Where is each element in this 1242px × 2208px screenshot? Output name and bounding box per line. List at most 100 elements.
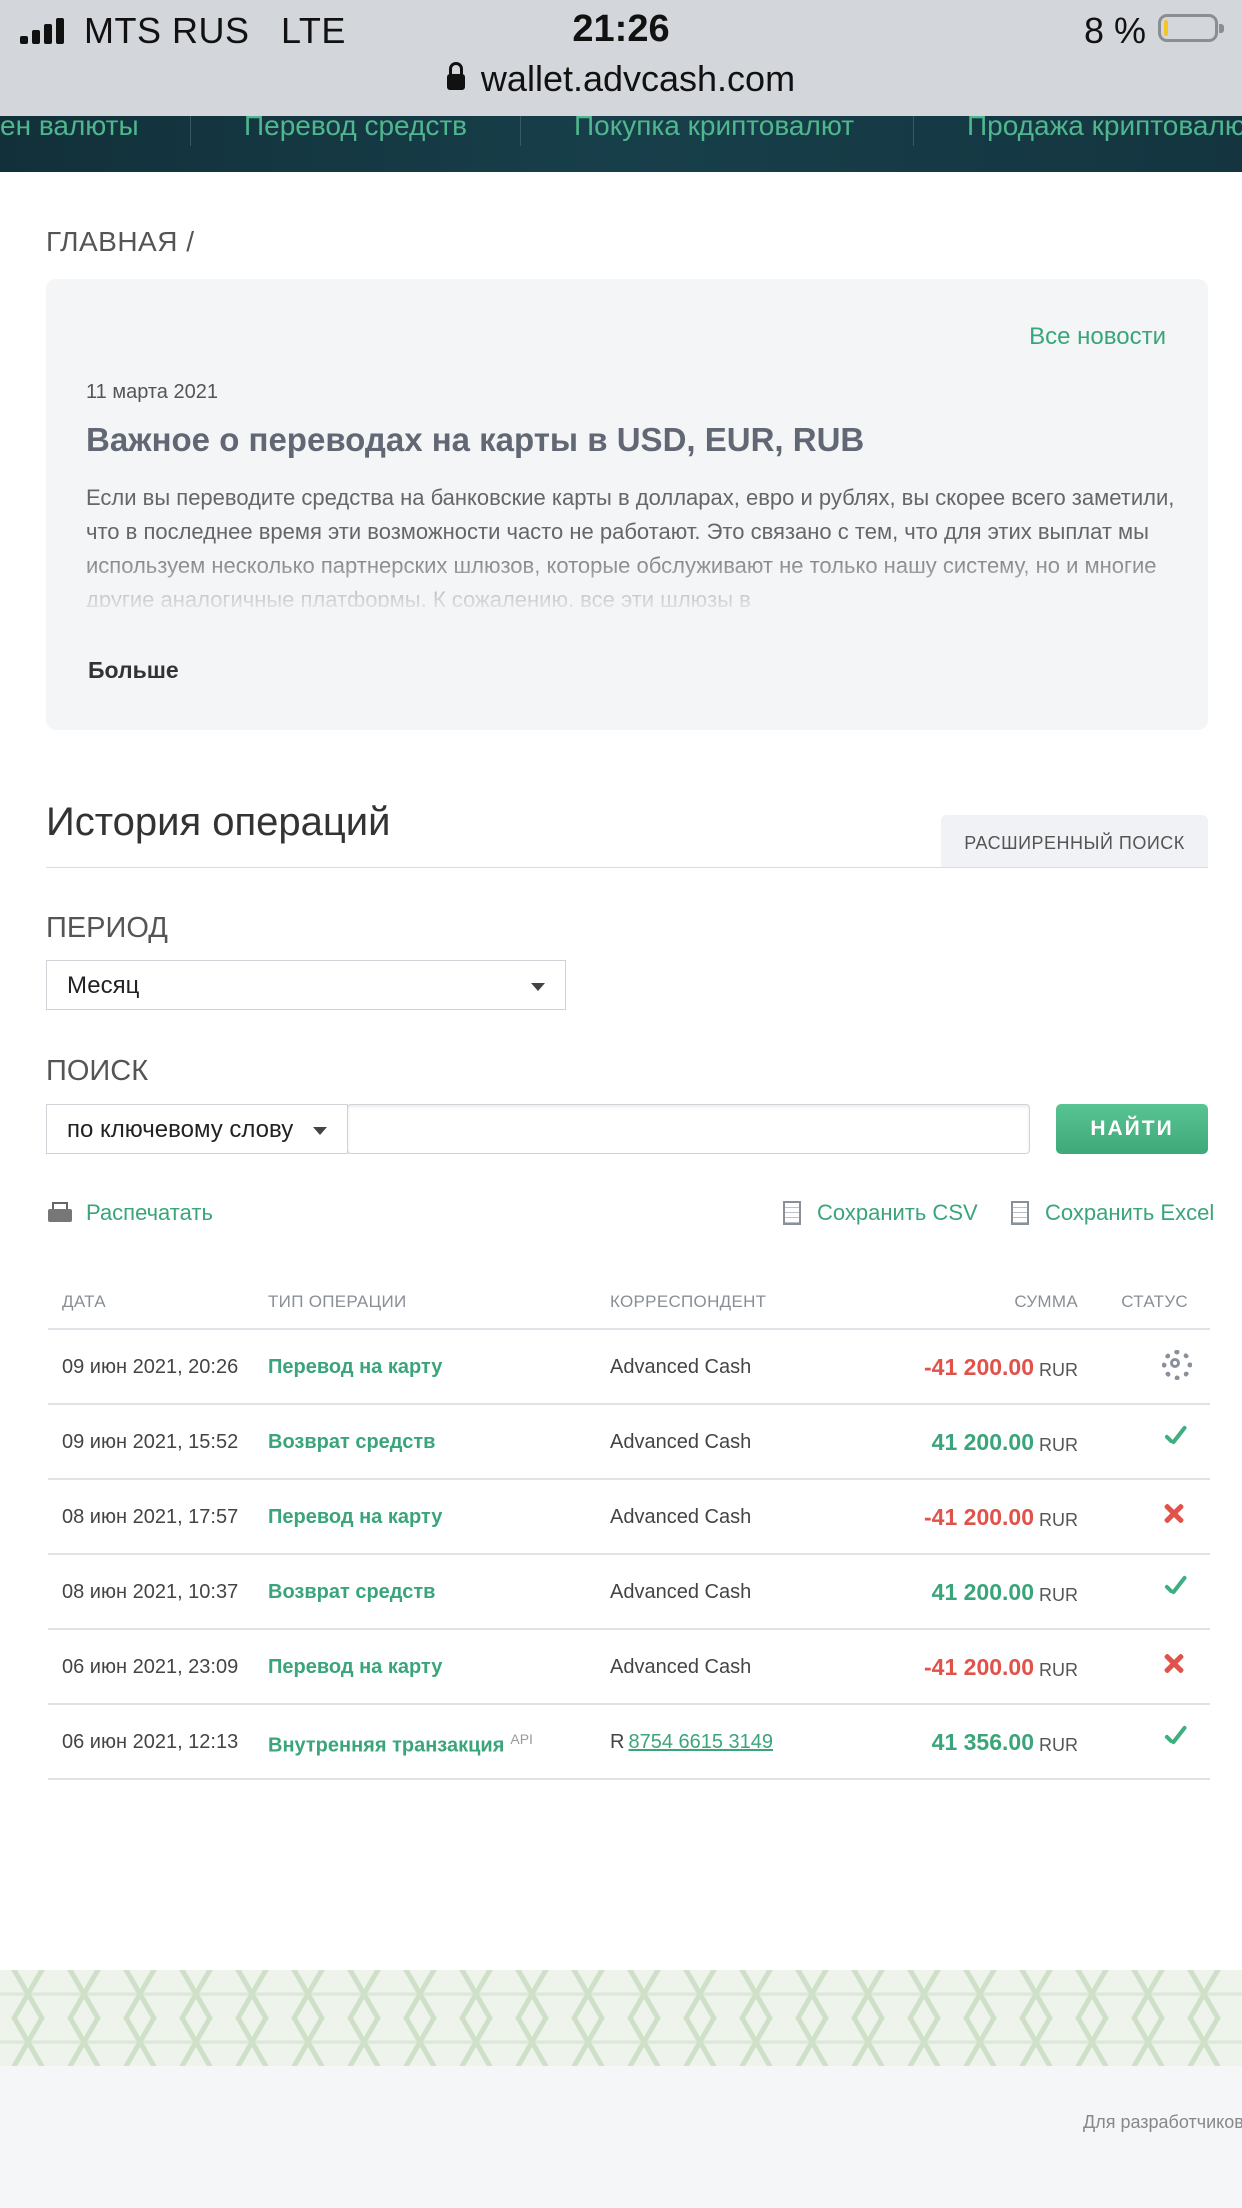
row-date: 06 июн 2021, 23:09 — [62, 1656, 239, 1678]
period-label: ПЕРИОД — [46, 912, 168, 944]
document-icon — [1011, 1201, 1029, 1225]
row-amount-value: 41 200.00 — [931, 1579, 1034, 1605]
save-csv-link[interactable]: Сохранить CSV — [783, 1200, 978, 1226]
row-correspondent: Advanced Cash — [610, 1581, 751, 1604]
api-badge: API — [510, 1731, 533, 1747]
battery-percent: 8 % — [1083, 10, 1146, 51]
row-correspondent: Advanced Cash — [610, 1506, 751, 1529]
row-currency: RUR — [1039, 1585, 1078, 1605]
row-operation-type[interactable]: Возврат средств — [268, 1581, 435, 1604]
row-date: 09 июн 2021, 20:26 — [62, 1356, 239, 1378]
search-type-value: по ключевому слову — [67, 1116, 294, 1143]
col-type-header[interactable]: ТИП ОПЕРАЦИИ — [268, 1292, 406, 1312]
row-status — [1160, 1423, 1190, 1453]
row-amount-value: -41 200.00 — [924, 1504, 1034, 1530]
col-status-header[interactable]: СТАТУС — [1121, 1292, 1188, 1312]
row-currency: RUR — [1039, 1360, 1078, 1380]
row-currency: RUR — [1039, 1660, 1078, 1680]
footer: Для разработчиков — [0, 2066, 1242, 2208]
row-operation-type-label: Внутренняя транзакция — [268, 1734, 505, 1757]
row-correspondent-name: Advanced Cash — [610, 1656, 752, 1678]
row-date: 08 июн 2021, 17:57 — [62, 1506, 239, 1528]
top-nav: ен валюты Перевод средств Покупка крипто… — [0, 116, 1242, 172]
document-icon — [783, 1201, 801, 1225]
nav-item-buy-crypto[interactable]: Покупка криптовалют — [574, 116, 854, 142]
table-row[interactable]: 09 июн 2021, 20:26 Перевод на карту Advanc… — [48, 1330, 1210, 1405]
col-amount-header[interactable]: СУММА — [1014, 1292, 1078, 1312]
table-header: ДАТА ТИП ОПЕРАЦИИ КОРРЕСПОНДЕНТ СУММА СТ… — [48, 1280, 1210, 1330]
check-icon — [1160, 1423, 1190, 1453]
row-correspondent-prefix: R — [610, 1731, 625, 1753]
table-row[interactable]: 09 июн 2021, 15:52 Возврат средств Advance… — [48, 1405, 1210, 1480]
row-currency: RUR — [1039, 1435, 1078, 1455]
advanced-search-button[interactable]: РАСШИРЕННЫЙ ПОИСК — [941, 815, 1208, 867]
row-operation-type[interactable]: Возврат средств — [268, 1431, 435, 1454]
footer-pattern — [0, 1970, 1242, 2066]
history-divider — [46, 867, 1208, 868]
row-correspondent-name: Advanced Cash — [610, 1506, 752, 1528]
cross-icon — [1160, 1498, 1190, 1528]
operations-table: ДАТА ТИП ОПЕРАЦИИ КОРРЕСПОНДЕНТ СУММА СТ… — [48, 1280, 1210, 1780]
save-excel-link[interactable]: Сохранить Excel — [1011, 1200, 1214, 1226]
row-operation-type-label: Перевод на карту — [268, 1656, 443, 1678]
news-date: 11 марта 2021 — [86, 381, 218, 403]
table-row[interactable]: 08 июн 2021, 17:57 Перевод на карту Advanc… — [48, 1480, 1210, 1555]
news-title: Важное о переводах на карты в USD, EUR, … — [86, 421, 865, 458]
row-date: 06 июн 2021, 12:13 — [62, 1731, 239, 1753]
table-row[interactable]: 08 июн 2021, 10:37 Возврат средств Advance… — [48, 1555, 1210, 1630]
find-button[interactable]: НАЙТИ — [1056, 1104, 1208, 1154]
row-date: 08 июн 2021, 10:37 — [62, 1581, 239, 1603]
row-operation-type-label: Перевод на карту — [268, 1356, 443, 1378]
news-body: Если вы переводите средства на банковски… — [86, 485, 1175, 607]
row-status — [1160, 1348, 1192, 1380]
row-correspondent-name: Advanced Cash — [610, 1356, 752, 1378]
search-type-select[interactable]: по ключевому слову — [46, 1104, 348, 1154]
row-amount-value: -41 200.00 — [924, 1654, 1034, 1680]
row-correspondent-account-link[interactable]: 8754 6615 3149 — [628, 1731, 773, 1753]
col-correspondent-header[interactable]: КОРРЕСПОНДЕНТ — [610, 1292, 766, 1312]
ios-status-bar: MTS RUS LTE 21:26 8 % wallet.advcash.com — [0, 0, 1242, 116]
row-amount-value: 41 356.00 — [931, 1729, 1034, 1755]
row-status — [1160, 1723, 1190, 1753]
check-icon — [1160, 1573, 1190, 1603]
gear-icon — [1162, 1350, 1192, 1380]
save-csv-label: Сохранить CSV — [817, 1200, 978, 1225]
table-row[interactable]: 06 июн 2021, 12:13 Внутренняя транзакция A… — [48, 1705, 1210, 1780]
row-operation-type[interactable]: Внутренняя транзакция API — [268, 1731, 533, 1758]
row-amount: -41 200.00 — [924, 1354, 1034, 1381]
nav-divider — [520, 116, 521, 146]
nav-item-exchange[interactable]: ен валюты — [0, 116, 139, 142]
row-amount: -41 200.00 — [924, 1504, 1034, 1531]
chevron-down-icon — [531, 983, 545, 991]
chevron-down-icon — [313, 1127, 327, 1135]
search-input[interactable] — [347, 1104, 1030, 1154]
nav-item-sell-crypto[interactable]: Продажа криптовалю — [967, 116, 1242, 142]
col-date-header[interactable]: ДАТА — [62, 1292, 106, 1312]
url-text: wallet.advcash.com — [480, 58, 796, 99]
print-link[interactable]: Распечатать — [48, 1200, 213, 1226]
table-row[interactable]: 06 июн 2021, 23:09 Перевод на карту Advanc… — [48, 1630, 1210, 1705]
period-select-value: Месяц — [67, 972, 140, 999]
row-operation-type[interactable]: Перевод на карту — [268, 1656, 442, 1679]
nav-item-transfer[interactable]: Перевод средств — [244, 116, 467, 142]
printer-icon — [48, 1202, 72, 1224]
row-currency: RUR — [1039, 1735, 1078, 1755]
row-operation-type-label: Перевод на карту — [268, 1506, 443, 1528]
period-select[interactable]: Месяц — [46, 960, 566, 1010]
nav-divider — [913, 116, 914, 146]
row-operation-type[interactable]: Перевод на карту — [268, 1506, 442, 1529]
all-news-link[interactable]: Все новости — [1029, 323, 1166, 351]
breadcrumb[interactable]: ГЛАВНАЯ / — [46, 226, 195, 258]
row-amount: -41 200.00 — [924, 1654, 1034, 1681]
clock: 21:26 — [572, 8, 670, 50]
row-operation-type[interactable]: Перевод на карту — [268, 1356, 442, 1379]
row-currency: RUR — [1039, 1510, 1078, 1530]
history-title: История операций — [46, 800, 391, 844]
address-bar[interactable]: wallet.advcash.com — [0, 58, 1242, 100]
row-date: 09 июн 2021, 15:52 — [62, 1431, 239, 1453]
developers-link[interactable]: Для разработчиков — [1083, 2112, 1242, 2133]
row-correspondent: Advanced Cash — [610, 1356, 751, 1379]
row-operation-type-label: Возврат средств — [268, 1581, 436, 1603]
battery-icon — [1158, 14, 1224, 42]
more-link[interactable]: Больше — [88, 657, 179, 684]
